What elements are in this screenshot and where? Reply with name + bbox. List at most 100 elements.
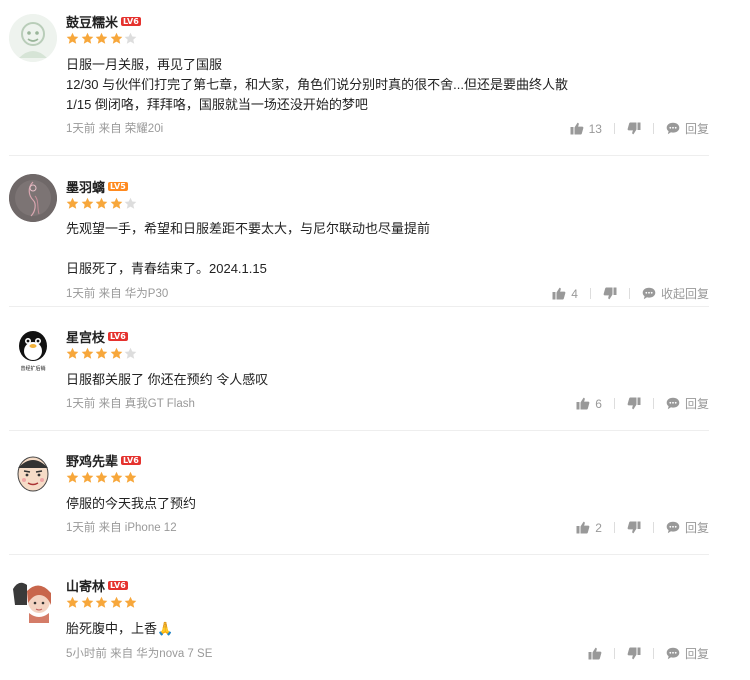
divider [652,648,654,659]
star-filled-icon [95,32,108,44]
like-button[interactable]: 13 [570,122,602,136]
comment-text: 胎死腹中，上香🙏 [66,619,173,639]
thumbs-down-icon [627,647,641,660]
comment-text: 日服都关服了 你还在预约 令人感叹 [66,370,268,390]
dislike-button[interactable] [627,521,641,534]
comment-device: 来自 荣耀20i [98,123,164,135]
comment-line: 12/30 与伙伴们打完了第七章，和大家，角色们说分别时真的很不舍...但还是要… [66,77,568,92]
like-button[interactable] [588,647,602,660]
reply-button[interactable]: 收起回复 [642,285,709,302]
comment-text: 日服一月关服，再见了国服 12/30 与伙伴们打完了第七章，和大家，角色们说分别… [66,55,568,115]
star-filled-icon [110,596,123,608]
star-filled-icon [81,347,93,359]
comment-time: 1天前 [66,288,96,300]
star-filled-icon [66,347,79,359]
comment-text: 先观望一手，希望和日服差距不要太大，与尼尔联动也尽量提前 日服死了，青春结束了。… [66,219,430,279]
comment-actions: 13 回复 [570,120,709,137]
dislike-button[interactable] [627,397,641,410]
comment-divider [9,155,709,156]
avatar[interactable] [9,450,57,498]
avatar[interactable]: 曾经扩后销 [9,326,57,374]
comment-device: 来自 华为P30 [98,288,169,300]
comment-line: 停服的今天我点了预约 [66,496,197,511]
star-filled-icon [110,197,123,209]
star-empty-icon [125,32,137,44]
comment-actions: 回复 [588,645,709,662]
name-row: 鼓豆糯米 LV6 [66,12,141,30]
thumbs-up-icon [576,521,590,534]
comment-bubble-icon [666,647,680,660]
comment-time: 1天前 [66,522,96,534]
like-button[interactable]: 6 [576,397,602,411]
name-row: 墨羽螭 LV5 [66,177,128,195]
comment-line: 先观望一手，希望和日服差距不要太大，与尼尔联动也尽量提前 [66,221,431,236]
divider [613,522,615,533]
star-rating [66,596,139,609]
comment-line: 日服都关服了 你还在预约 令人感叹 [66,372,269,387]
comment-text: 停服的今天我点了预约 [66,494,196,514]
star-filled-icon [125,596,137,608]
star-filled-icon [81,471,93,483]
comment-meta: 5小时前 来自 华为nova 7 SE [66,645,212,661]
thumbs-up-icon [570,122,584,135]
divider [589,288,591,299]
star-filled-icon [66,596,79,608]
like-button[interactable]: 2 [576,521,602,535]
reply-label: 回复 [684,647,709,661]
comment-bubble-icon [666,122,680,135]
divider [652,522,654,533]
comment-meta: 1天前 来自 华为P30 [66,285,168,301]
reply-button[interactable]: 回复 [666,395,709,412]
thumbs-down-icon [627,122,641,135]
comment-meta: 1天前 来自 真我GT Flash [66,395,195,411]
like-count: 4 [571,286,578,301]
comment-device: 来自 iPhone 12 [98,522,177,534]
dislike-button[interactable] [627,122,641,135]
username[interactable]: 星宫枝 [66,327,105,346]
reply-label: 回复 [684,122,709,136]
comment-line: 1/15 倒闭咯，拜拜咯，国服就当一场还没开始的梦吧 [66,97,368,112]
name-row: 星宫枝 LV6 [66,327,128,345]
star-filled-icon [95,471,108,483]
reply-label: 回复 [684,521,709,535]
star-filled-icon [66,471,79,483]
like-count: 13 [588,121,602,136]
like-count: 6 [595,396,602,411]
username[interactable]: 鼓豆糯米 [66,12,118,31]
comment-line [66,239,430,259]
star-filled-icon [81,197,93,209]
star-rating [66,471,139,484]
comment-time: 1天前 [66,398,96,410]
dislike-button[interactable] [603,287,617,300]
reply-button[interactable]: 回复 [666,120,709,137]
thumbs-down-icon [627,521,641,534]
comment-bubble-icon [666,397,680,410]
star-filled-icon [95,197,108,209]
comment-divider [9,306,709,307]
reply-button[interactable]: 回复 [666,645,709,662]
star-filled-icon [110,471,123,483]
divider [628,288,630,299]
level-badge: LV6 [121,16,141,26]
level-badge: LV6 [108,331,128,341]
avatar-caption: 曾经扩后销 [20,365,45,372]
avatar[interactable] [9,575,57,623]
comment-divider [9,430,709,431]
comment-device: 来自 真我GT Flash [98,398,195,410]
avatar[interactable] [9,14,57,62]
reply-label: 回复 [684,397,709,411]
dislike-button[interactable] [627,647,641,660]
level-badge: LV6 [121,455,141,465]
comment-bubble-icon [642,287,656,300]
like-button[interactable]: 4 [552,287,578,301]
star-filled-icon [81,32,93,44]
username[interactable]: 野鸡先辈 [66,451,118,470]
star-filled-icon [110,347,123,359]
divider [613,648,615,659]
username[interactable]: 墨羽螭 [66,177,105,196]
username[interactable]: 山寄林 [66,576,105,595]
star-filled-icon [66,197,79,209]
reply-button[interactable]: 回复 [666,519,709,536]
avatar[interactable] [9,174,57,222]
star-empty-icon [125,197,137,209]
